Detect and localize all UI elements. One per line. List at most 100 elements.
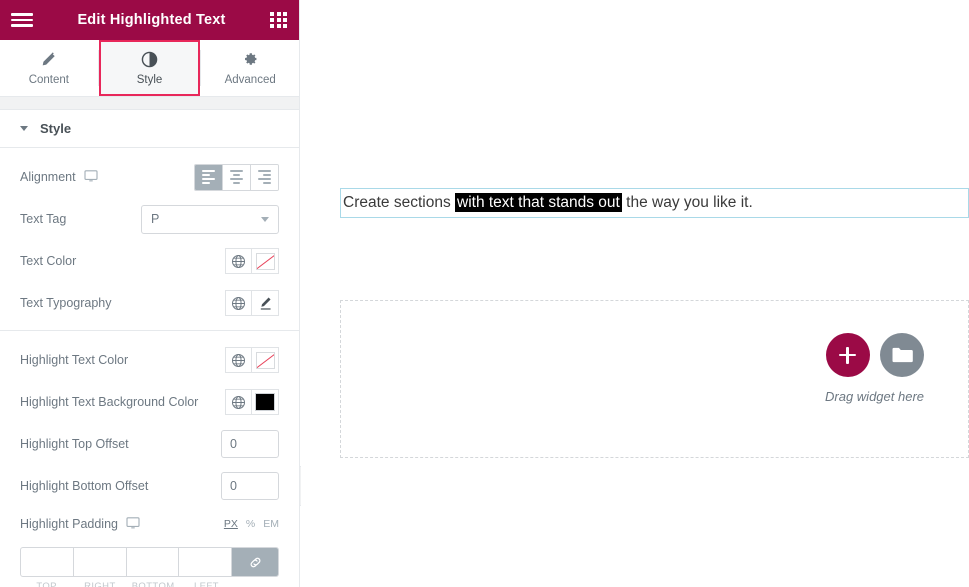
control-alignment: Alignment: [0, 156, 299, 198]
dropzone-content: Drag widget here: [825, 333, 924, 404]
panel-tabs: Content Style Advanced: [0, 40, 299, 97]
padding-dimensions: [20, 547, 279, 577]
control-highlight-text-color-label: Highlight Text Color: [20, 353, 129, 367]
tab-style[interactable]: Style: [98, 40, 201, 96]
control-text-color-label: Text Color: [20, 254, 77, 268]
section-header-style[interactable]: Style: [0, 110, 299, 148]
align-center-icon: [230, 170, 243, 184]
padding-right-field[interactable]: [73, 548, 130, 576]
align-right-icon: [258, 170, 271, 184]
panel-spacer-band: [0, 97, 299, 110]
control-text-color: Text Color: [0, 240, 299, 282]
text-color-control: [225, 248, 279, 274]
control-highlight-background-color-label: Highlight Text Background Color: [20, 395, 199, 409]
pencil-icon: [41, 50, 56, 68]
section-title: Style: [40, 121, 72, 136]
highlight-top-offset-input[interactable]: 0: [221, 430, 279, 458]
padding-dimensions-wrap: TOP RIGHT BOTTOM LEFT: [0, 541, 299, 587]
grid-apps-icon[interactable]: [270, 12, 288, 28]
desktop-monitor-icon[interactable]: [126, 516, 140, 532]
unit-em[interactable]: EM: [263, 518, 279, 530]
caret-down-icon: [20, 126, 28, 131]
text-color-swatch[interactable]: [252, 248, 279, 274]
padding-bottom-input[interactable]: [126, 548, 183, 576]
link-chain-icon: [250, 557, 260, 567]
chevron-down-icon: [261, 216, 269, 222]
control-alignment-label-wrap: Alignment: [20, 169, 98, 185]
control-highlight-top-offset: Highlight Top Offset 0: [0, 423, 299, 465]
highlight-bottom-offset-input[interactable]: 0: [221, 472, 279, 500]
tab-advanced[interactable]: Advanced: [201, 40, 299, 96]
align-left-button[interactable]: [195, 164, 223, 190]
control-group-highlight: Highlight Text Color Highlight Text Back…: [0, 331, 299, 587]
control-highlight-padding-label: Highlight Padding: [20, 517, 118, 531]
text-tag-select[interactable]: P: [141, 204, 279, 234]
padding-left-field[interactable]: [179, 548, 235, 576]
dropzone-buttons: [825, 333, 924, 377]
gear-icon: [242, 50, 258, 68]
padding-top-label: TOP: [36, 581, 57, 587]
padding-label-spacer: [233, 581, 279, 587]
dropzone-label: Drag widget here: [825, 389, 924, 404]
open-template-library-button[interactable]: [879, 333, 924, 377]
globe-icon[interactable]: [225, 389, 252, 415]
control-text-tag: Text Tag P: [0, 198, 299, 240]
padding-bottom-field[interactable]: [126, 548, 183, 576]
pencil-edit-icon: [260, 297, 271, 310]
globe-icon[interactable]: [225, 290, 252, 316]
highlight-text-color-swatch[interactable]: [252, 347, 279, 373]
highlight-text-color-control: [225, 347, 279, 373]
no-color-icon: [255, 252, 275, 270]
padding-right-label: RIGHT: [84, 581, 116, 587]
contrast-icon: [141, 50, 158, 68]
folder-icon: [892, 347, 913, 363]
control-text-typography: Text Typography: [0, 282, 299, 324]
alignment-choices: [194, 163, 279, 191]
add-widget-button[interactable]: [825, 333, 870, 377]
padding-unit-switcher: PX % EM: [224, 518, 279, 530]
highlight-background-color-control: [225, 389, 279, 415]
unit-percent[interactable]: %: [246, 518, 255, 530]
tab-style-label: Style: [136, 74, 163, 86]
control-highlight-bottom-offset-label: Highlight Bottom Offset: [20, 479, 149, 493]
tab-advanced-label: Advanced: [224, 74, 276, 86]
editor-sidebar-panel: Edit Highlighted Text Content Style Adva…: [0, 0, 300, 587]
page-title: Edit Highlighted Text: [77, 12, 226, 28]
control-highlight-padding-label-wrap: Highlight Padding: [20, 516, 140, 532]
control-highlight-bottom-offset: Highlight Bottom Offset 0: [0, 465, 299, 507]
highlight-background-color-swatch[interactable]: [252, 389, 279, 415]
align-center-button[interactable]: [223, 164, 251, 190]
desktop-monitor-icon[interactable]: [84, 169, 98, 185]
tab-content-label: Content: [28, 74, 69, 86]
control-alignment-label: Alignment: [20, 170, 76, 184]
unit-px[interactable]: PX: [224, 518, 238, 530]
padding-right-input[interactable]: [73, 548, 130, 576]
padding-top-input[interactable]: [21, 548, 77, 576]
highlighted-text-widget[interactable]: Create sections with text that stands ou…: [340, 188, 969, 218]
globe-icon[interactable]: [225, 248, 252, 274]
hamburger-icon[interactable]: [11, 13, 33, 27]
padding-top-field[interactable]: [21, 548, 77, 576]
text-after-highlight: the way you like it.: [621, 194, 753, 211]
highlighted-text-span: with text that stands out: [455, 193, 622, 212]
control-highlight-text-color: Highlight Text Color: [0, 339, 299, 381]
no-color-icon: [255, 351, 275, 369]
link-values-button[interactable]: [232, 548, 278, 576]
plus-icon: [839, 346, 856, 364]
align-right-button[interactable]: [251, 164, 278, 190]
tab-content[interactable]: Content: [0, 40, 98, 96]
panel-header: Edit Highlighted Text: [0, 0, 299, 40]
editor-canvas: Create sections with text that stands ou…: [301, 0, 969, 587]
text-before-highlight: Create sections: [343, 194, 455, 211]
text-tag-value: P: [151, 212, 160, 226]
padding-left-input[interactable]: [179, 548, 235, 576]
globe-icon[interactable]: [225, 347, 252, 373]
control-highlight-background-color: Highlight Text Background Color: [0, 381, 299, 423]
padding-left-label: LEFT: [193, 581, 219, 587]
control-highlight-top-offset-label: Highlight Top Offset: [20, 437, 129, 451]
typography-edit-button[interactable]: [252, 290, 279, 316]
control-text-typography-label: Text Typography: [20, 296, 112, 310]
black-color-swatch: [255, 393, 275, 411]
padding-field-labels: TOP RIGHT BOTTOM LEFT: [20, 581, 279, 587]
widget-dropzone[interactable]: Drag widget here: [340, 300, 969, 458]
